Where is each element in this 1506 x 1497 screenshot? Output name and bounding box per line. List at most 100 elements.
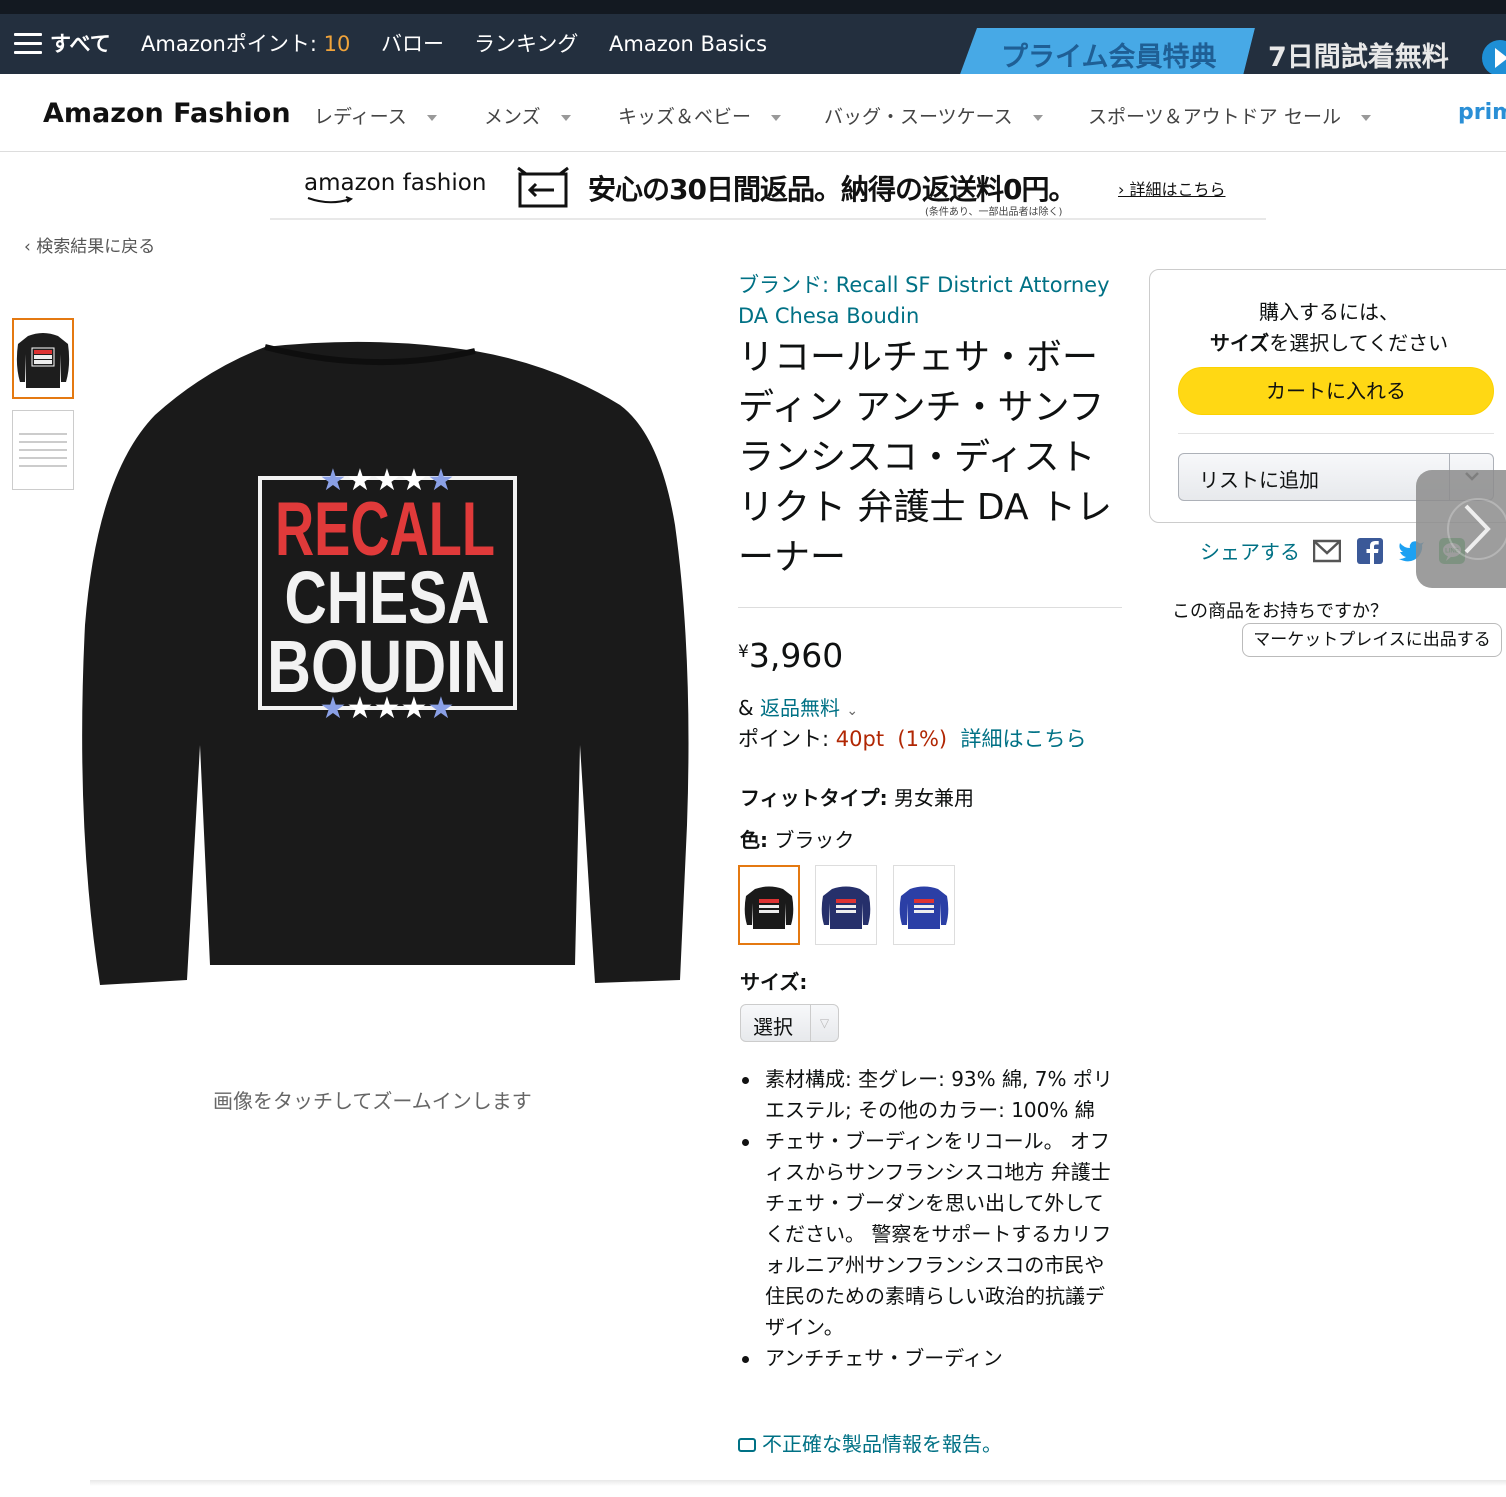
nav-points-label: Amazonポイント: (141, 32, 324, 56)
category-label: メンズ (484, 106, 541, 128)
top-strip (0, 0, 1506, 14)
add-to-list-label: リストに追加 (1199, 468, 1319, 492)
divider (738, 607, 1122, 608)
product-title: リコールチェサ・ボーディン アンチ・サンフランシスコ・ディストリクト 弁護士 D… (738, 337, 1113, 578)
fit-type: フィットタイプ: 男女兼用 (740, 782, 974, 811)
category-kids[interactable]: キッズ＆ベビー (618, 102, 782, 129)
product-image[interactable]: ★ ★ ★ ★ ★ ★ ★ ★ ★ ★ RECALL CHESA BOUDIN (75, 325, 695, 1005)
buy-message-line2: サイズを選択してください (1150, 327, 1506, 356)
bullet-item: アンチチェサ・ブーディン (740, 1343, 1120, 1374)
size-select[interactable]: 選択 ▽ (740, 1004, 839, 1042)
have-item-question: この商品をお持ちですか？ (1172, 601, 1388, 622)
caret-down-icon (560, 114, 571, 121)
page-bottom-shadow (90, 1480, 1506, 1486)
color-value: ブラック (774, 828, 855, 852)
design-text-line3: BOUDIN (267, 625, 507, 708)
fashion-logo[interactable]: Amazon Fashion (43, 98, 291, 129)
caret-down-icon (771, 114, 782, 121)
category-label: セール (1284, 106, 1342, 128)
size-select-value: 選択 (753, 1015, 793, 1039)
caret-down-icon (1032, 114, 1043, 121)
points-label: ポイント: (738, 727, 836, 751)
comment-icon (738, 1438, 756, 1452)
zoom-hint: 画像をタッチしてズームインします (213, 1089, 532, 1113)
caret-down-icon (426, 114, 437, 121)
size-label-text: サイズ: (740, 970, 808, 994)
returns-prefix: & (738, 696, 760, 720)
chevron-right-icon (1447, 498, 1506, 560)
category-mens[interactable]: メンズ (484, 102, 571, 129)
add-to-cart-button[interactable]: カートに入れる (1178, 367, 1494, 415)
points-row: ポイント: 40pt (1%) 詳細はこちら (738, 723, 1086, 753)
nav-points[interactable]: Amazonポイント: 10 (141, 14, 350, 74)
swatch-royal-blue-image (899, 886, 949, 929)
buy-message-rest: を選択してください (1269, 331, 1449, 355)
chevron-down-icon[interactable]: ⌄ (846, 703, 858, 719)
category-label: バッグ・スーツケース (824, 106, 1013, 128)
share-label[interactable]: シェアする (1200, 536, 1300, 565)
points-details-link[interactable]: 詳細はこちら (960, 727, 1086, 751)
category-sports[interactable]: スポーツ＆アウトドア (1088, 102, 1278, 129)
facebook-icon[interactable] (1356, 538, 1384, 564)
menu-icon[interactable] (14, 33, 42, 55)
nav-link-ranking[interactable]: ランキング (474, 14, 578, 74)
category-sale[interactable]: セール (1284, 102, 1372, 129)
promo-note: (条件あり、一部出品者は除く) (925, 207, 1063, 218)
category-ladies[interactable]: レディース (314, 102, 437, 129)
report-link-text: 不正確な製品情報を報告。 (762, 1432, 1002, 1456)
nav-all[interactable]: すべて (50, 14, 111, 74)
next-carousel-button[interactable] (1416, 470, 1506, 588)
sweatshirt-thumbnail-icon (16, 333, 70, 388)
color-label: 色: (740, 828, 768, 852)
promo-details-link[interactable]: › 詳細はこちら (1118, 176, 1226, 200)
report-link[interactable]: 不正確な製品情報を報告。 (738, 1428, 1002, 1457)
swatch-royal-blue[interactable] (893, 865, 955, 945)
swatch-navy-image (821, 886, 871, 929)
bullet-item: 素材構成: 杢グレー: 93% 綿, 7% ポリエステル; その他のカラー: 1… (740, 1064, 1120, 1126)
back-to-results-link[interactable]: ‹ 検索結果に戻る (24, 232, 155, 257)
free-returns: & 返品無料 ⌄ (738, 692, 858, 721)
return-box-icon (517, 166, 569, 208)
category-label: スポーツ＆アウトドア (1088, 106, 1278, 128)
promo-details-text: 詳細はこちら (1129, 180, 1226, 199)
email-icon[interactable] (1313, 538, 1341, 564)
caret-down-icon (1361, 114, 1372, 121)
price-value: 3,960 (748, 636, 844, 675)
size-label: サイズ: (740, 966, 807, 995)
swatch-black-image (744, 886, 794, 929)
free-returns-link[interactable]: 返品無料 (760, 696, 840, 720)
nav-link-borrow[interactable]: バロー (381, 14, 444, 74)
currency-symbol: ¥ (738, 642, 749, 662)
fit-type-label: フィットタイプ: (740, 786, 888, 810)
smile-icon (307, 196, 354, 204)
swatch-navy[interactable] (815, 865, 877, 945)
amazon-fashion-logo-text: amazon fashion (304, 170, 487, 196)
prime-link[interactable]: prim (1458, 100, 1506, 125)
main-nav: すべて Amazonポイント: 10 バロー ランキング Amazon Basi… (0, 14, 1506, 88)
brand-link[interactable]: ブランド: Recall SF District Attorney DA Che… (738, 270, 1128, 332)
size-chart-thumbnail-icon (19, 433, 67, 467)
price: ¥3,960 (738, 636, 843, 675)
buy-message-bold: サイズ (1209, 331, 1270, 355)
swatch-black[interactable] (738, 865, 800, 945)
sell-on-marketplace-button[interactable]: マーケットプレイスに出品する (1242, 623, 1502, 657)
category-bags[interactable]: バッグ・スーツケース (824, 102, 1043, 129)
thumbnail-size-chart[interactable] (12, 410, 74, 490)
category-label: レディース (314, 106, 407, 128)
promo-headline: 安心の30日間返品。納得の返送料0円。 (588, 173, 1076, 206)
promo-banner[interactable]: amazon fashion 安心の30日間返品。納得の返送料0円。 (条件あり… (270, 152, 1266, 220)
points-value: 40pt (1%) (835, 727, 948, 751)
dropdown-arrow-icon: ▽ (810, 1005, 838, 1041)
amazon-fashion-logo: amazon fashion (304, 170, 487, 204)
fashion-category-bar: Amazon Fashion レディース メンズ キッズ＆ベビー バッグ・スーツ… (0, 74, 1506, 152)
bullet-item: チェサ・ブーディンをリコール。 オフィスからサンフランシスコ地方 弁護士 チェサ… (740, 1126, 1120, 1343)
divider (1178, 433, 1494, 434)
buy-message-line1: 購入するには、 (1259, 300, 1399, 324)
color-row: 色: ブラック (740, 824, 854, 853)
nav-link-basics[interactable]: Amazon Basics (609, 14, 767, 74)
category-label: キッズ＆ベビー (618, 106, 752, 128)
fit-type-value: 男女兼用 (893, 786, 974, 810)
thumbnail-main[interactable] (12, 318, 74, 399)
feature-bullets: 素材構成: 杢グレー: 93% 綿, 7% ポリエステル; その他のカラー: 1… (740, 1064, 1120, 1374)
nav-points-value: 10 (323, 32, 351, 56)
